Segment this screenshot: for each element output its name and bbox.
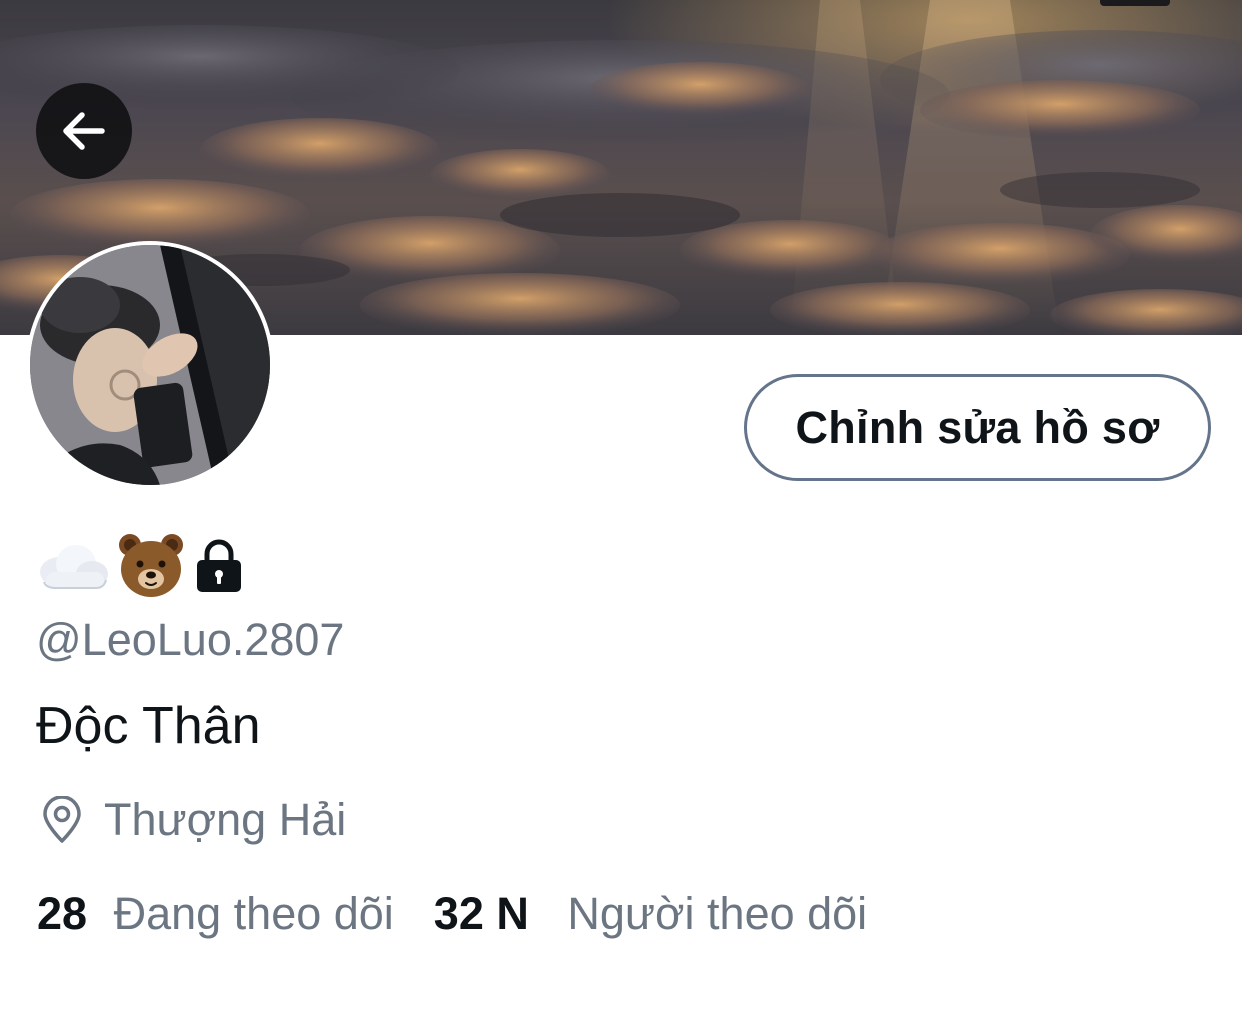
followers-label: Người theo dõi [567,888,868,939]
lock-icon [197,539,241,592]
following-label: Đang theo dõi [113,888,394,939]
profile-handle: @LeoLuo.2807 [36,614,345,665]
cloud-emoji-icon [40,545,108,589]
display-name [36,530,246,602]
following-link[interactable]: 28 Đang theo dõi [37,884,394,944]
edit-profile-button[interactable]: Chỉnh sửa hồ sơ [744,374,1211,481]
profile-bio: Độc Thân [36,697,261,755]
arrow-left-icon [63,112,105,150]
back-button[interactable] [36,83,132,179]
followers-link[interactable]: 32 N Người theo dõi [434,884,867,944]
follow-stats: 28 Đang theo dõi 32 N Người theo dõi [37,884,867,944]
bear-emoji-icon [119,534,183,597]
location-label: Thượng Hải [104,794,347,845]
followers-count: 32 N [433,888,529,939]
profile-screen: Chỉnh sửa hồ sơ @LeoLuo.2807 Độc Thân Th… [0,0,1242,1016]
edit-profile-label: Chỉnh sửa hồ sơ [795,401,1160,453]
status-bar-fragment [1100,0,1170,6]
profile-location: Thượng Hải [40,792,346,848]
avatar[interactable] [26,241,274,489]
avatar-photo [30,245,270,485]
following-count: 28 [37,888,88,939]
location-pin-icon [43,796,81,843]
